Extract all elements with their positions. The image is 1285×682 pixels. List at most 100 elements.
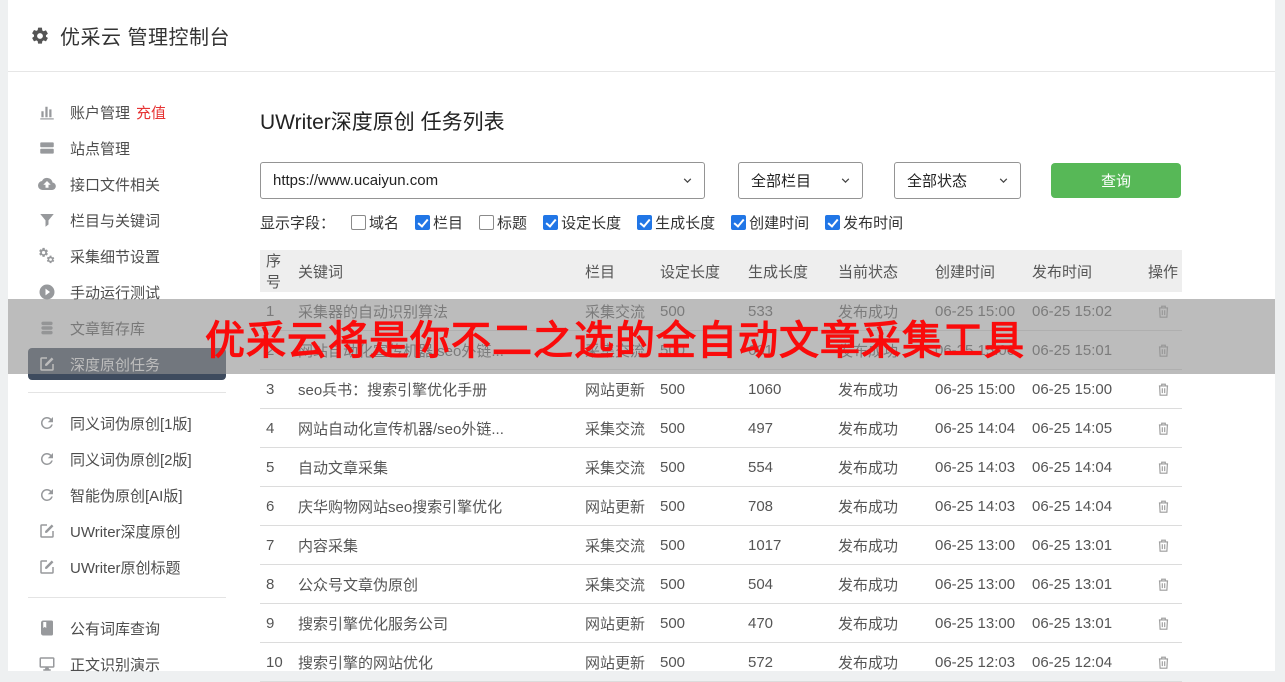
column-header: 操作 <box>1144 250 1182 292</box>
sidebar-item[interactable]: 站点管理 <box>8 130 250 166</box>
delete-button[interactable] <box>1153 496 1174 517</box>
sidebar-item[interactable]: UWriter原创标题 <box>8 549 250 585</box>
cell-actions <box>1144 370 1182 409</box>
app-title: 优采云 管理控制台 <box>60 21 230 50</box>
delete-button[interactable] <box>1153 301 1174 322</box>
sidebar-item[interactable]: 公有词库查询 <box>8 610 250 646</box>
cell-gen-length: 533 <box>748 292 838 331</box>
delete-button[interactable] <box>1153 613 1174 634</box>
cell-no: 6 <box>260 487 298 526</box>
sidebar-item[interactable]: 接口文件相关 <box>8 166 250 202</box>
cell-set-length: 500 <box>660 409 748 448</box>
checkbox[interactable] <box>731 215 746 230</box>
delete-button[interactable] <box>1153 574 1174 595</box>
category-select[interactable]: 全部栏目 <box>738 162 863 199</box>
checkbox[interactable] <box>351 215 366 230</box>
trash-icon <box>1155 381 1172 398</box>
cell-no: 7 <box>260 526 298 565</box>
table-row: 1采集器的自动识别算法采集交流500533发布成功06-25 15:0006-2… <box>260 292 1182 331</box>
sidebar-item[interactable]: 手动运行测试 <box>8 274 250 310</box>
cell-no: 1 <box>260 292 298 331</box>
checkbox[interactable] <box>637 215 652 230</box>
cell-actions <box>1144 448 1182 487</box>
site-select[interactable]: https://www.ucaiyun.com <box>260 162 705 199</box>
cell-actions <box>1144 292 1182 331</box>
main-content: UWriter深度原创 任务列表 https://www.ucaiyun.com… <box>250 72 1275 682</box>
sidebar-item[interactable]: UWriter深度原创 <box>8 513 250 549</box>
delete-button[interactable] <box>1153 418 1174 439</box>
checkbox[interactable] <box>825 215 840 230</box>
status-select[interactable]: 全部状态 <box>894 162 1021 199</box>
sidebar-item[interactable]: 智能伪原创[AI版] <box>8 477 250 513</box>
cell-published: 06-25 13:01 <box>1032 565 1144 604</box>
cell-published: 06-25 14:05 <box>1032 409 1144 448</box>
delete-button[interactable] <box>1153 457 1174 478</box>
delete-button[interactable] <box>1153 340 1174 361</box>
cell-published: 06-25 15:01 <box>1032 331 1144 370</box>
recharge-link[interactable]: 充值 <box>136 102 166 123</box>
sidebar-item[interactable]: 正文识别演示 <box>8 646 250 682</box>
cell-status: 发布成功 <box>838 487 935 526</box>
fields-row: 显示字段： 域名栏目标题设定长度生成长度创建时间发布时间 <box>260 212 1275 233</box>
cell-keyword: 搜索引擎的网站优化 <box>298 643 585 682</box>
cell-keyword: 公众号文章伪原创 <box>298 565 585 604</box>
checkbox[interactable] <box>479 215 494 230</box>
cell-keyword: 搜索引擎优化服务公司 <box>298 604 585 643</box>
checkbox[interactable] <box>543 215 558 230</box>
edit-icon <box>38 558 56 576</box>
column-header: 栏目 <box>585 250 660 292</box>
delete-button[interactable] <box>1153 652 1174 673</box>
cell-set-length: 500 <box>660 643 748 682</box>
trash-icon <box>1155 615 1172 632</box>
cell-gen-length: 1017 <box>748 526 838 565</box>
sidebar-item[interactable]: 文章暂存库 <box>8 310 250 346</box>
sidebar-item[interactable]: 深度原创任务 <box>28 348 226 380</box>
cell-created: 06-25 14:03 <box>935 487 1032 526</box>
sidebar-item[interactable]: 同义词伪原创[1版] <box>8 405 250 441</box>
checkbox[interactable] <box>415 215 430 230</box>
field-option-label: 生成长度 <box>655 212 715 233</box>
field-option[interactable]: 创建时间 <box>731 212 809 233</box>
field-option[interactable]: 域名 <box>351 212 399 233</box>
cell-status: 发布成功 <box>838 331 935 370</box>
cell-actions <box>1144 565 1182 604</box>
cell-no: 9 <box>260 604 298 643</box>
sidebar-item[interactable]: 采集细节设置 <box>8 238 250 274</box>
sidebar-item-label: 栏目与关键词 <box>70 210 160 231</box>
field-option[interactable]: 标题 <box>479 212 527 233</box>
page-title: UWriter深度原创 任务列表 <box>260 106 1275 136</box>
cell-created: 06-25 15:00 <box>935 331 1032 370</box>
sidebar-item-label: 账户管理 <box>70 102 130 123</box>
cell-set-length: 500 <box>660 448 748 487</box>
cell-created: 06-25 12:03 <box>935 643 1032 682</box>
play-icon <box>38 283 56 301</box>
chevron-down-icon <box>996 173 1011 188</box>
query-button[interactable]: 查询 <box>1051 163 1181 198</box>
field-option[interactable]: 栏目 <box>415 212 463 233</box>
delete-button[interactable] <box>1153 535 1174 556</box>
sidebar-item[interactable]: 账户管理充值 <box>8 94 250 130</box>
sidebar-item[interactable]: 同义词伪原创[2版] <box>8 441 250 477</box>
trash-icon <box>1155 459 1172 476</box>
field-option[interactable]: 生成长度 <box>637 212 715 233</box>
cell-actions <box>1144 487 1182 526</box>
cloud-upload-icon <box>38 175 56 193</box>
cell-category: 采集交流 <box>585 526 660 565</box>
cell-status: 发布成功 <box>838 292 935 331</box>
column-header: 发布时间 <box>1032 250 1144 292</box>
field-option[interactable]: 设定长度 <box>543 212 621 233</box>
category-select-value: 全部栏目 <box>751 170 811 191</box>
table-row: 2网站自动化宣传机器/seo外链...采集交流500601发布成功06-25 1… <box>260 331 1182 370</box>
sidebar-item[interactable]: 栏目与关键词 <box>8 202 250 238</box>
column-header: 序号 <box>260 250 298 292</box>
cell-gen-length: 708 <box>748 487 838 526</box>
sidebar-item-label: 采集细节设置 <box>70 246 160 267</box>
table-row: 9搜索引擎优化服务公司网站更新500470发布成功06-25 13:0006-2… <box>260 604 1182 643</box>
site-select-value: https://www.ucaiyun.com <box>273 172 438 189</box>
table-row: 6庆华购物网站seo搜索引擎优化网站更新500708发布成功06-25 14:0… <box>260 487 1182 526</box>
trash-icon <box>1155 420 1172 437</box>
field-option[interactable]: 发布时间 <box>825 212 903 233</box>
cell-category: 网站更新 <box>585 487 660 526</box>
delete-button[interactable] <box>1153 379 1174 400</box>
trash-icon <box>1155 654 1172 671</box>
